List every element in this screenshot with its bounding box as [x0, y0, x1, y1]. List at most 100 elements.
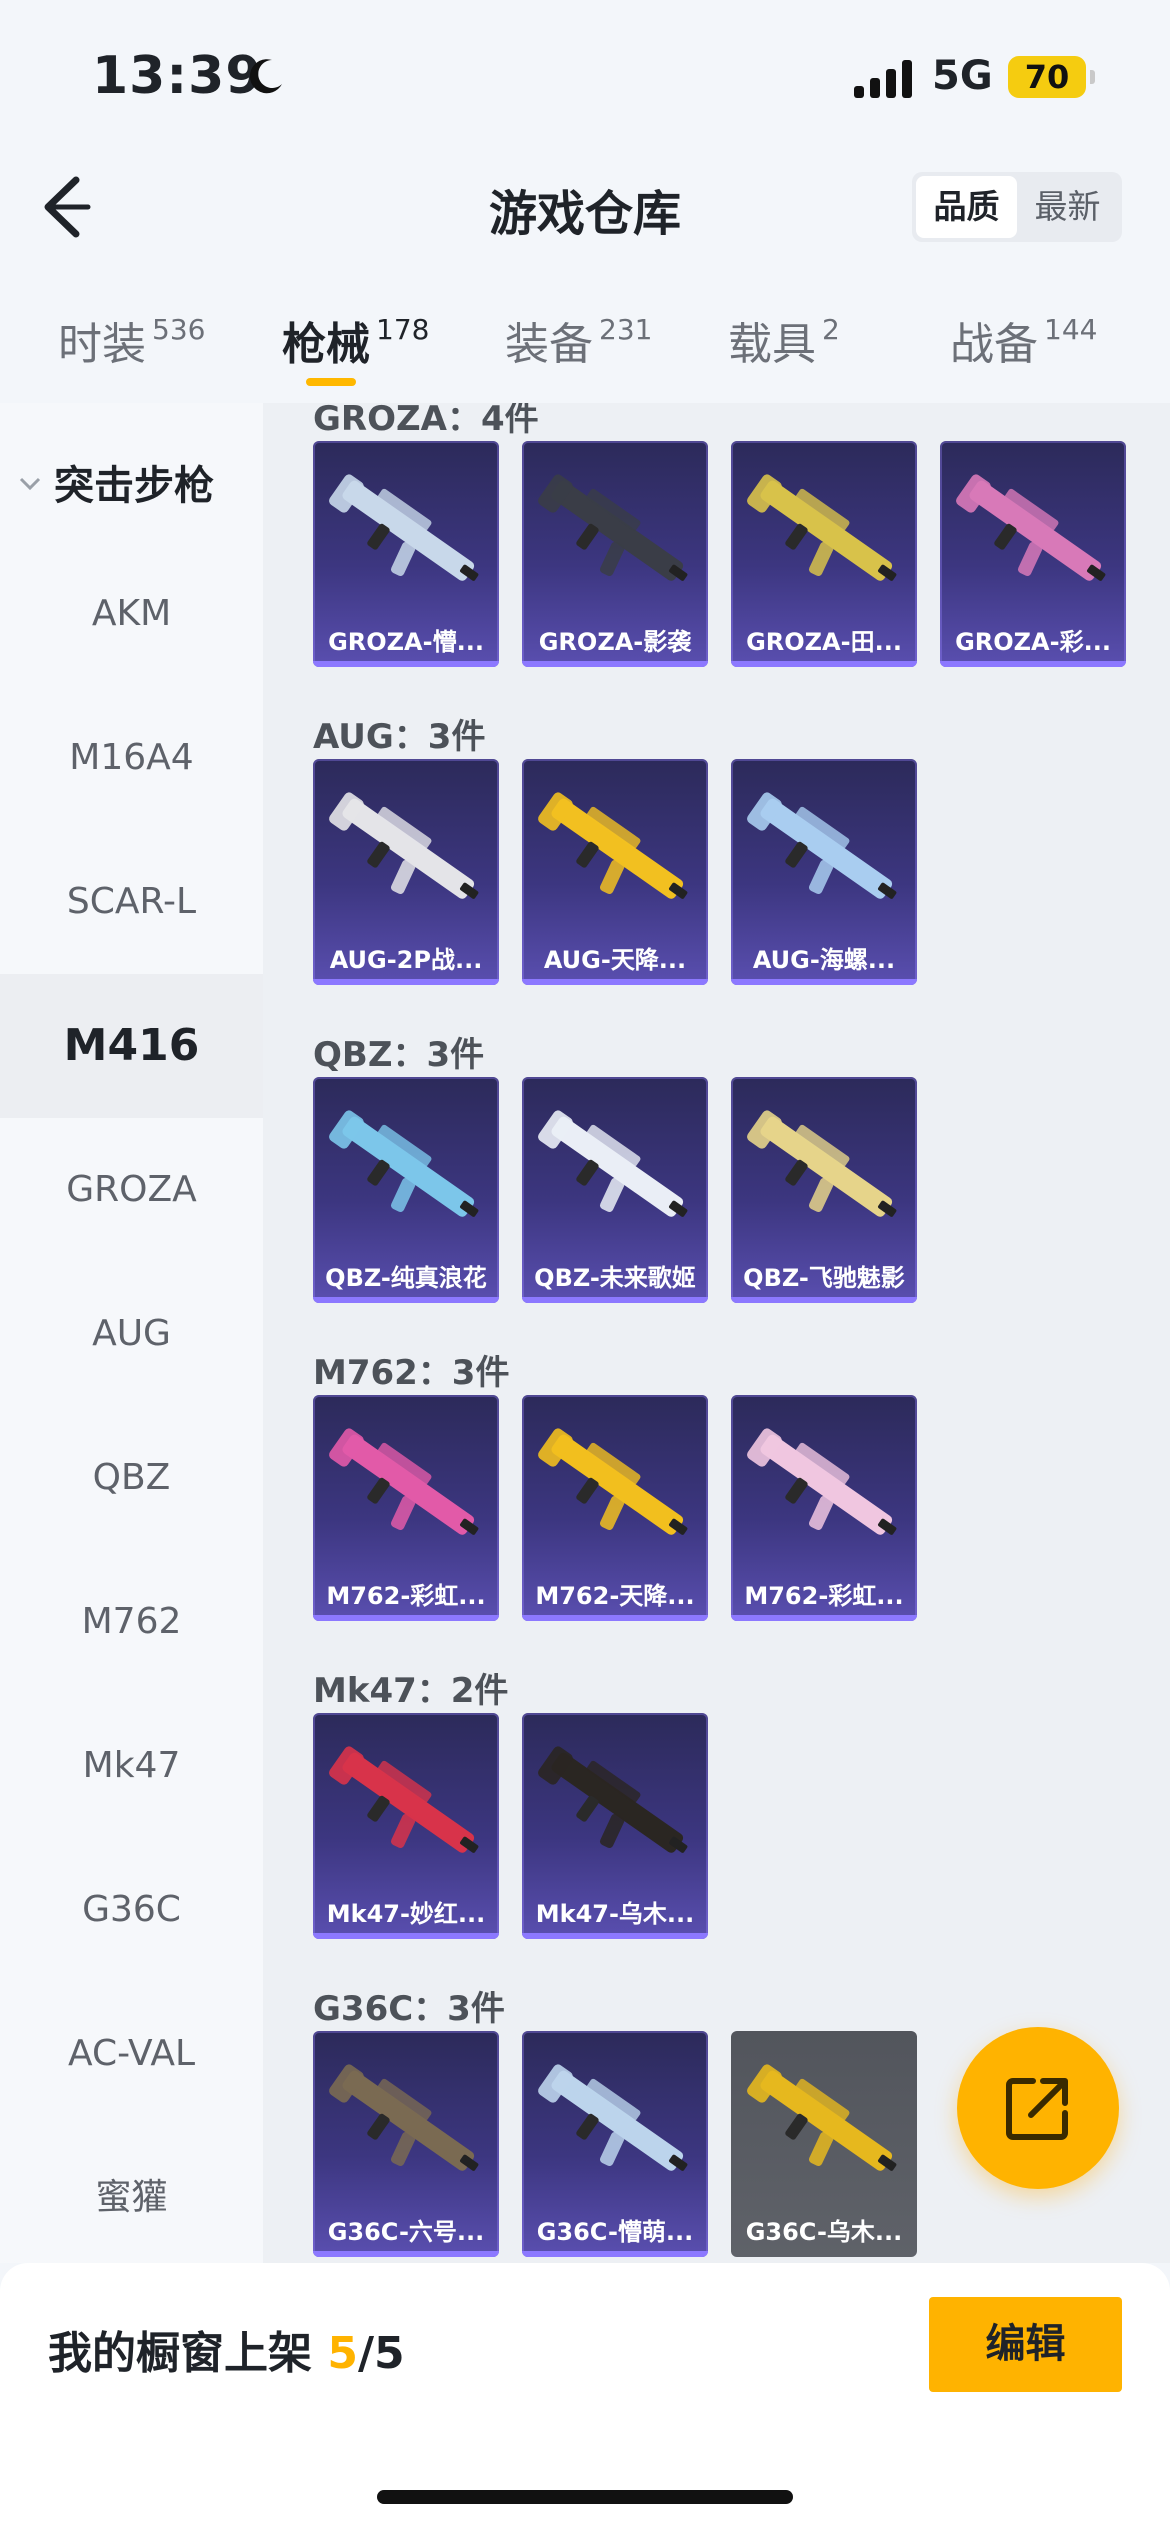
tab-combat-gear[interactable]: 战备 144	[950, 308, 1097, 372]
tab-equipment[interactable]: 装备 231	[505, 308, 652, 372]
weapon-card[interactable]: QBZ-未来歌姬	[522, 1077, 708, 1303]
sidebar-item[interactable]: Mk47	[0, 1694, 263, 1838]
weapon-card[interactable]: G36C-乌木...	[731, 2031, 917, 2257]
weapon-grid: GROZA：4件 GROZA-懵... GROZA-影袭 GROZA-田... GROZ…	[263, 403, 1170, 2263]
section-label: Mk47：2件	[313, 1671, 509, 1711]
weapon-name: G36C-懵萌...	[536, 2218, 694, 2246]
status-time: 13:39	[92, 46, 263, 106]
share-button[interactable]	[957, 2027, 1119, 2189]
sort-toggle[interactable]: 品质 最新	[912, 172, 1122, 242]
weapon-name: Mk47-乌木...	[535, 1900, 695, 1928]
section-label: GROZA：4件	[313, 403, 539, 439]
weapon-name: Mk47-妙红...	[326, 1900, 486, 1928]
weapon-skin-icon	[329, 1110, 479, 1217]
tab-vehicles[interactable]: 载具 2	[728, 308, 840, 372]
sidebar-item[interactable]: M762	[0, 1550, 263, 1694]
weapon-card[interactable]: QBZ-纯真浪花	[313, 1077, 499, 1303]
weapon-skin-icon	[329, 792, 479, 899]
edit-button[interactable]: 编辑	[929, 2297, 1122, 2392]
weapon-skin-icon	[747, 2064, 897, 2171]
weapon-card[interactable]: GROZA-田...	[731, 441, 917, 667]
weapon-skin-icon	[747, 1428, 897, 1535]
signal-icon	[854, 60, 912, 98]
network-label: 5G	[932, 53, 993, 99]
weapon-name: AUG-2P战...	[329, 946, 483, 974]
section-label: QBZ：3件	[313, 1035, 485, 1075]
weapon-skin-icon	[538, 1110, 688, 1217]
weapon-card[interactable]: AUG-海螺...	[731, 759, 917, 985]
weapon-skin-icon	[538, 2064, 688, 2171]
weapon-skin-icon	[329, 1746, 479, 1853]
weapon-skin-icon	[538, 474, 688, 581]
weapon-card[interactable]: M762-天降...	[522, 1395, 708, 1621]
weapon-card[interactable]: M762-彩虹...	[731, 1395, 917, 1621]
sidebar-item[interactable]: QBZ	[0, 1406, 263, 1550]
weapon-name: AUG-天降...	[543, 946, 687, 974]
sort-newest-option[interactable]: 最新	[1017, 176, 1118, 238]
weapon-name: QBZ-纯真浪花	[325, 1264, 487, 1292]
section-label: AUG：3件	[313, 717, 486, 757]
weapon-card[interactable]: GROZA-懵...	[313, 441, 499, 667]
weapon-name: QBZ-未来歌姬	[534, 1264, 696, 1292]
weapon-card[interactable]: G36C-懵萌...	[522, 2031, 708, 2257]
weapon-card[interactable]: Mk47-妙红...	[313, 1713, 499, 1939]
status-bar: 13:39 5G 70	[0, 0, 1170, 150]
weapon-name: GROZA-影袭	[538, 628, 692, 656]
weapon-card[interactable]: Mk47-乌木...	[522, 1713, 708, 1939]
sidebar-item[interactable]: M416	[0, 974, 263, 1118]
home-indicator	[377, 2490, 793, 2504]
weapon-skin-icon	[956, 474, 1106, 581]
showcase-used-count: 5	[327, 2328, 358, 2379]
battery-indicator: 70	[1008, 56, 1086, 98]
weapon-name: AUG-海螺...	[752, 946, 896, 974]
battery-tip	[1090, 70, 1095, 84]
sidebar-item[interactable]: M16A4	[0, 686, 263, 830]
sidebar-item[interactable]: AC-VAL	[0, 1982, 263, 2126]
weapon-skin-icon	[329, 2064, 479, 2171]
moon-icon	[249, 59, 282, 94]
share-icon	[1006, 2078, 1068, 2140]
sidebar-item[interactable]: AUG	[0, 1262, 263, 1406]
showcase-label: 我的橱窗上架 5/5	[48, 2328, 405, 2379]
weapon-card[interactable]: G36C-六号...	[313, 2031, 499, 2257]
sidebar-item[interactable]: 蜜獾	[0, 2126, 263, 2270]
weapon-skin-icon	[747, 792, 897, 899]
sidebar-item[interactable]: GROZA	[0, 1118, 263, 1262]
chevron-down-icon	[19, 477, 41, 491]
sidebar-item[interactable]: AKM	[0, 542, 263, 686]
weapon-name: GROZA-彩...	[955, 628, 1111, 656]
weapon-skin-icon	[329, 474, 479, 581]
active-tab-indicator	[306, 378, 356, 386]
weapon-name: GROZA-懵...	[328, 628, 484, 656]
sidebar-item[interactable]: SCAR-L	[0, 830, 263, 974]
section-label: G36C：3件	[313, 1989, 505, 2029]
weapon-skin-icon	[747, 474, 897, 581]
weapon-name: M762-彩虹...	[744, 1582, 904, 1610]
weapon-skin-icon	[538, 792, 688, 899]
weapon-skin-icon	[538, 1746, 688, 1853]
weapon-card[interactable]: GROZA-影袭	[522, 441, 708, 667]
weapon-skin-icon	[538, 1428, 688, 1535]
weapon-card[interactable]: AUG-天降...	[522, 759, 708, 985]
weapon-card[interactable]: M762-彩虹...	[313, 1395, 499, 1621]
showcase-total: /5	[357, 2328, 405, 2379]
weapon-card[interactable]: AUG-2P战...	[313, 759, 499, 985]
tab-fashion[interactable]: 时装 536	[58, 308, 205, 372]
weapon-name: M762-彩虹...	[326, 1582, 486, 1610]
sort-quality-option[interactable]: 品质	[916, 176, 1017, 238]
weapon-name: G36C-六号...	[327, 2218, 485, 2246]
tab-guns[interactable]: 枪械 178	[282, 308, 429, 372]
weapon-card[interactable]: GROZA-彩...	[940, 441, 1126, 667]
weapon-name: QBZ-飞驰魅影	[743, 1264, 905, 1292]
weapon-card[interactable]: QBZ-飞驰魅影	[731, 1077, 917, 1303]
weapon-type-sidebar: 突击步枪 AKM M16A4 SCAR-L M416 GROZA AUG QBZ M762 Mk…	[0, 403, 263, 2263]
sidebar-group-assault-rifles[interactable]: 突击步枪	[18, 453, 214, 511]
weapon-skin-icon	[747, 1110, 897, 1217]
section-label: M762：3件	[313, 1353, 510, 1393]
category-tabs: 时装 536 枪械 178 装备 231 载具 2 战备 144	[0, 290, 1170, 400]
weapon-name: GROZA-田...	[746, 628, 902, 656]
weapon-name: M762-天降...	[535, 1582, 695, 1610]
weapon-name: G36C-乌木...	[745, 2218, 903, 2246]
weapon-skin-icon	[329, 1428, 479, 1535]
sidebar-item[interactable]: G36C	[0, 1838, 263, 1982]
